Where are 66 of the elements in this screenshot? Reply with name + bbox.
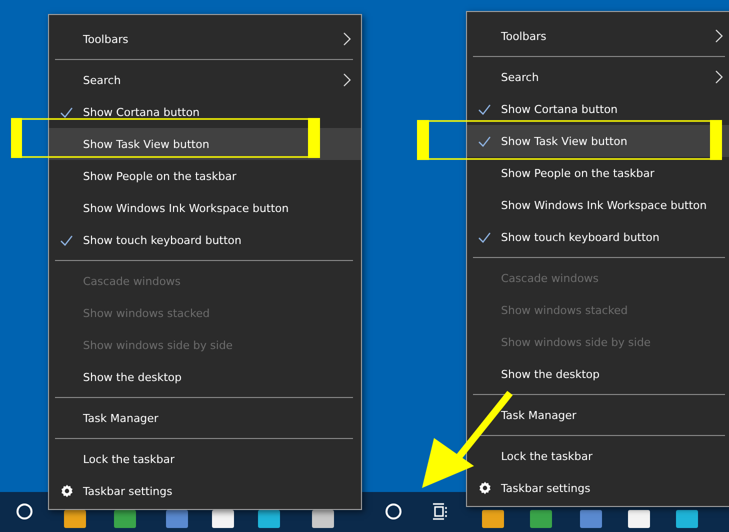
menu-item[interactable]: Show the desktop <box>467 358 729 390</box>
app-icon[interactable] <box>676 510 698 528</box>
app-icon[interactable] <box>580 510 602 528</box>
menu-item[interactable]: Search <box>467 61 729 93</box>
app-icon[interactable] <box>312 510 334 528</box>
menu-item[interactable]: Show Cortana button <box>467 93 729 125</box>
menu-item[interactable]: Taskbar settings <box>49 475 361 507</box>
circle-icon[interactable] <box>385 503 402 520</box>
menu-item[interactable]: Show Windows Ink Workspace button <box>467 189 729 221</box>
menu-item[interactable]: Toolbars <box>49 23 361 55</box>
menu-item[interactable]: Show Windows Ink Workspace button <box>49 192 361 224</box>
menu-item[interactable]: Toolbars <box>467 20 729 52</box>
menu-item[interactable]: Show People on the taskbar <box>49 160 361 192</box>
menu-item-label: Show touch keyboard button <box>501 230 661 244</box>
task-view-icon[interactable] <box>432 503 449 520</box>
menu-item[interactable]: Show the desktop <box>49 361 361 393</box>
menu-item-label: Show windows stacked <box>83 306 211 320</box>
menu-item[interactable]: Task Manager <box>49 402 361 434</box>
menu-item-label: Show the desktop <box>501 368 601 380</box>
app-icon[interactable] <box>530 510 552 528</box>
circle-icon[interactable] <box>16 503 33 520</box>
menu-item-label: Cascade windows <box>83 274 182 288</box>
app-icon[interactable] <box>64 510 86 528</box>
menu-item[interactable]: Show Task View button <box>49 128 361 160</box>
menu-item-label: Search <box>83 74 122 86</box>
menu-item[interactable]: Search <box>49 64 361 96</box>
menu-item[interactable]: Show touch keyboard button <box>49 224 361 256</box>
menu-item-label: Show People on the taskbar <box>83 170 238 182</box>
menu-item-label: Show Cortana button <box>83 106 201 118</box>
menu-item[interactable]: Show People on the taskbar <box>467 157 729 189</box>
menu-item-label: Show windows side by side <box>501 336 652 348</box>
menu-item-label: Taskbar settings <box>83 484 174 498</box>
menu-item[interactable]: Taskbar settings <box>467 472 729 504</box>
app-icon[interactable] <box>482 510 504 528</box>
menu-item[interactable]: Lock the taskbar <box>467 440 729 472</box>
menu-item[interactable]: Task Manager <box>467 399 729 431</box>
menu-item-label: Lock the taskbar <box>83 452 176 466</box>
menu-item[interactable]: Show Task View button <box>467 125 729 157</box>
menu-item-label: Toolbars <box>501 30 548 42</box>
menu-item-label: Task Manager <box>501 408 578 422</box>
menu-item-label: Show windows side by side <box>83 338 234 352</box>
menu-item[interactable]: Lock the taskbar <box>49 443 361 475</box>
settings-icon <box>478 481 492 495</box>
menu-item-label: Show People on the taskbar <box>501 166 656 180</box>
menu-item-label: Search <box>501 70 540 84</box>
menu-item-label: Cascade windows <box>501 272 600 284</box>
menu-item[interactable]: Show touch keyboard button <box>467 221 729 253</box>
settings-icon <box>60 484 74 498</box>
menu-item-label: Show Cortana button <box>501 102 619 116</box>
menu-item-label: Taskbar settings <box>501 482 592 494</box>
menu-item-label: Task Manager <box>83 412 160 424</box>
menu-item-label: Lock the taskbar <box>501 450 594 462</box>
menu-item-label: Show the desktop <box>83 370 183 384</box>
menu-item-label: Show touch keyboard button <box>83 234 243 246</box>
menu-item-label: Show Task View button <box>501 134 628 148</box>
app-icon[interactable] <box>166 510 188 528</box>
app-icon[interactable] <box>212 510 234 528</box>
menu-item-label: Toolbars <box>83 32 130 46</box>
app-icon[interactable] <box>258 510 280 528</box>
menu-item-label: Show Task View button <box>83 138 210 150</box>
menu-item[interactable]: Show Cortana button <box>49 96 361 128</box>
menu-item-label: Show Windows Ink Workspace button <box>83 202 290 214</box>
menu-item-label: Show windows stacked <box>501 304 629 316</box>
app-icon[interactable] <box>114 510 136 528</box>
app-icon[interactable] <box>628 510 650 528</box>
menu-item-label: Show Windows Ink Workspace button <box>501 198 708 212</box>
